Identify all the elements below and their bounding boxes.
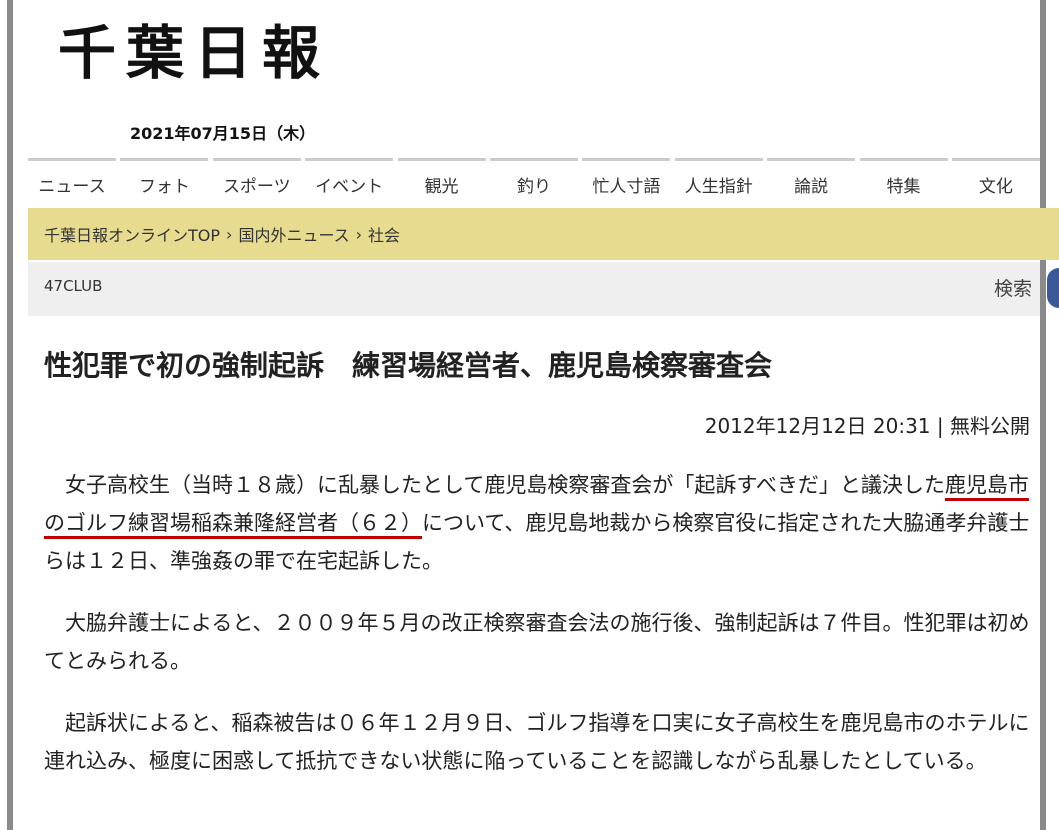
nav-item-sports[interactable]: スポーツ xyxy=(212,158,301,208)
nav-item-column[interactable]: 忙人寸語 xyxy=(582,158,671,208)
article-paragraph-1: 女子高校生（当時１８歳）に乱暴したとして鹿児島検察審査会が「起訴すべきだ」と議決… xyxy=(44,466,1034,580)
nav-item-life-guide[interactable]: 人生指針 xyxy=(674,158,763,208)
meta-separator: | xyxy=(936,414,944,438)
breadcrumb-society[interactable]: 社会 xyxy=(368,222,400,246)
article-paragraph-3: 起訴状によると、稲森被告は０６年１２月９日、ゴルフ指導を口実に女子高校生を鹿児島… xyxy=(44,711,1030,773)
main-nav: ニュース フォト スポーツ イベント 観光 釣り 忙人寸語 人生指針 論説 特集… xyxy=(28,158,1040,208)
article-paragraph-2: 大脇弁護士によると、２００９年５月の改正検察審査会法の施行後、強制起訴は７件目。… xyxy=(44,611,1030,673)
breadcrumb: 千葉日報オンラインTOP › 国内外ニュース › 社会 xyxy=(28,208,1059,260)
breadcrumb-separator: › xyxy=(226,224,233,244)
browser-frame: 千葉日報 2021年07月15日（木） ニュース フォト スポーツ イベント 観… xyxy=(0,0,1059,830)
page-content: 千葉日報 2021年07月15日（木） ニュース フォト スポーツ イベント 観… xyxy=(28,0,1059,830)
nav-item-events[interactable]: イベント xyxy=(305,158,394,208)
nav-item-culture[interactable]: 文化 xyxy=(951,158,1040,208)
article-body: 女子高校生（当時１８歳）に乱暴したとして鹿児島検察審査会が「起訴すべきだ」と議決… xyxy=(44,466,1034,804)
right-frame-border[interactable] xyxy=(1040,0,1046,830)
nav-item-fishing[interactable]: 釣り xyxy=(489,158,578,208)
paragraph-text: 女子高校生（当時１８歳）に乱暴したとして鹿児島検察審査会が「起訴すべきだ」と議決… xyxy=(65,473,945,497)
breadcrumb-top[interactable]: 千葉日報オンラインTOP xyxy=(44,222,220,246)
article-datetime: 2012年12月12日 20:31 xyxy=(704,414,931,438)
article-title: 性犯罪で初の強制起訴 練習場経営者、鹿児島検察審査会 xyxy=(44,349,773,382)
left-frame-border xyxy=(7,0,13,830)
site-logo[interactable]: 千葉日報 xyxy=(58,20,330,86)
club-link[interactable]: 47CLUB xyxy=(44,277,102,295)
floating-share-button[interactable] xyxy=(1047,268,1059,308)
breadcrumb-domestic-news[interactable]: 国内外ニュース xyxy=(238,222,349,246)
access-badge: 無料公開 xyxy=(950,414,1030,438)
nav-item-tourism[interactable]: 観光 xyxy=(397,158,486,208)
nav-item-news[interactable]: ニュース xyxy=(28,158,116,208)
current-date: 2021年07月15日（木） xyxy=(130,124,316,143)
breadcrumb-separator: › xyxy=(355,224,363,244)
sub-toolbar: 47CLUB 検索 xyxy=(28,262,1040,316)
article-meta: 2012年12月12日 20:31 | 無料公開 xyxy=(705,410,1030,439)
search-button[interactable]: 検索 xyxy=(994,274,1032,301)
nav-item-photo[interactable]: フォト xyxy=(120,158,209,208)
breadcrumb-list: 千葉日報オンラインTOP › 国内外ニュース › 社会 xyxy=(28,222,400,246)
nav-item-editorial[interactable]: 論説 xyxy=(767,158,856,208)
nav-item-features[interactable]: 特集 xyxy=(859,158,948,208)
